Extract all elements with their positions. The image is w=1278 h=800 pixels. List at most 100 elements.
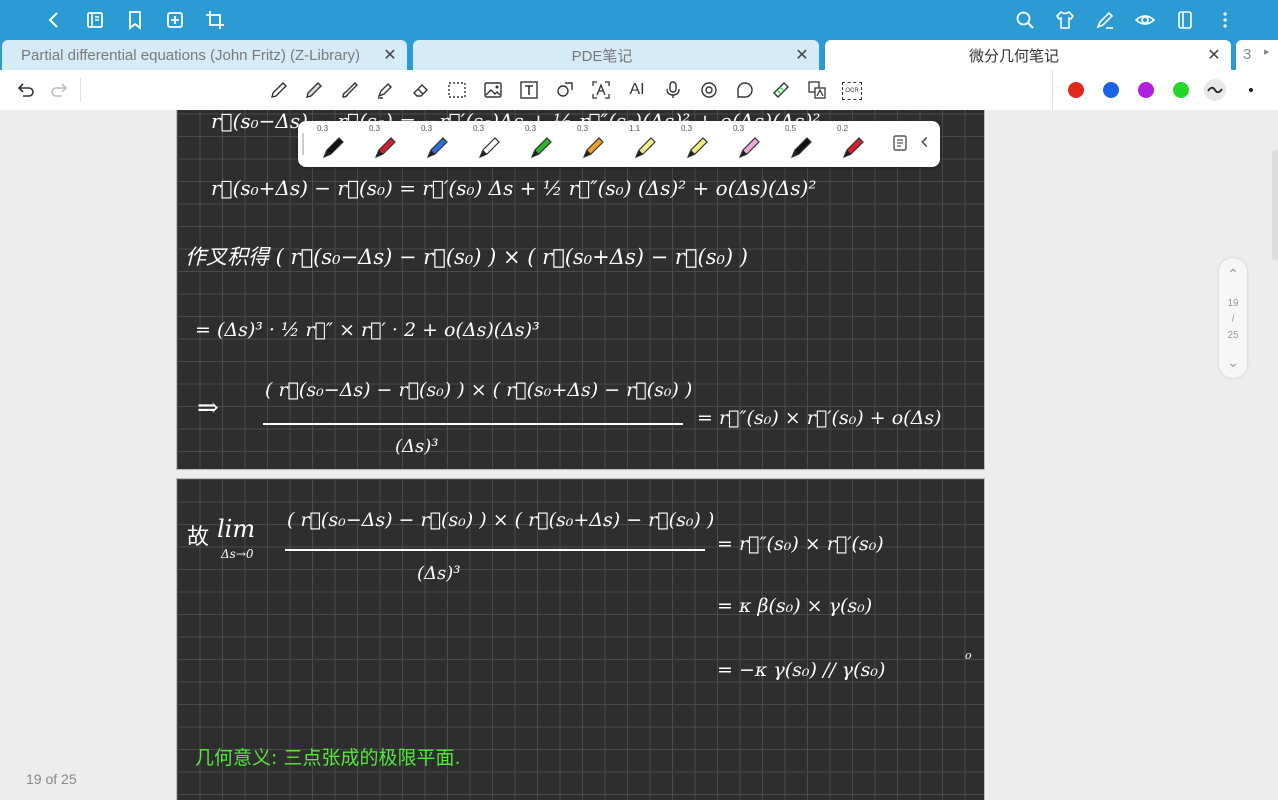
ocr-icon[interactable]: OCR [842,82,862,100]
redo-icon[interactable] [48,79,70,101]
pen-preset[interactable]: 0.3 [672,121,718,167]
tab-label: 微分几何笔记 [968,47,1059,65]
pen-size-label: 0.3 [525,124,537,133]
pen-icon [322,137,344,159]
bookmark-icon[interactable] [123,8,147,32]
tab-differential-geometry-notes[interactable]: 微分几何笔记 ✕ [825,40,1231,70]
color-green[interactable] [1173,82,1189,98]
page-indicator: 19 of 25 [26,771,77,787]
equation-line: = r⃗″(s₀) × r⃗′(s₀) [717,533,884,555]
pen-preset[interactable]: 0.3 [464,121,510,167]
note-page-2[interactable]: 故 lim Δs→0 ( r⃗(s₀−Δs) − r⃗(s₀) ) × ( r⃗… [176,478,985,800]
handwriting-line: 作叉积得 ( r⃗(s₀−Δs) − r⃗(s₀) ) × ( r⃗(s₀+Δs… [185,245,748,269]
translate-icon[interactable] [806,79,828,101]
tab-overflow[interactable]: 3 ▸ [1236,40,1278,70]
pen-size-label: 0.3 [733,124,745,133]
eye-icon[interactable] [1133,8,1157,32]
divider [80,78,81,102]
pen-preset[interactable]: 0.3 [308,121,354,167]
therefore-label: 故 [187,525,210,550]
ink-icon[interactable] [698,79,720,101]
pen-preset[interactable]: 0.3 [360,121,406,167]
tab-pde-notes[interactable]: PDE笔记 ✕ [413,40,819,70]
pen-icon [582,137,604,159]
eraser-icon[interactable] [410,79,432,101]
search-icon[interactable] [1013,8,1037,32]
geometric-meaning-note: 几何意义: 三点张成的极限平面. [195,747,461,769]
top-app-bar [0,0,1278,40]
color-red[interactable] [1068,82,1084,98]
handwriting-line: r⃗(s₀+Δs) − r⃗(s₀) = r⃗′(s₀) Δs + ½ r⃗″(… [211,176,817,200]
text-icon[interactable] [518,79,540,101]
mic-icon[interactable] [662,79,684,101]
pen-preset[interactable]: 0.5 [776,121,822,167]
equation-line: = κ β(s₀) × γ(s₀) [717,595,873,617]
image-icon[interactable] [482,79,504,101]
pen-settings-icon[interactable] [1093,8,1117,32]
more-icon[interactable] [1213,8,1237,32]
stroke-style-icon[interactable] [1204,79,1226,101]
equation-line: = −κ γ(s₀) // γ(s₀) [717,659,886,681]
divider [1052,70,1053,110]
pen-preset[interactable]: 0.3 [516,121,562,167]
chevron-up-icon[interactable]: ⌃ [1219,266,1247,283]
chevron-down-icon[interactable]: ⌄ [1219,354,1247,371]
undo-icon[interactable] [15,79,37,101]
highlighter-icon[interactable] [374,79,396,101]
fraction-numerator: ( r⃗(s₀−Δs) − r⃗(s₀) ) × ( r⃗(s₀+Δs) − r… [287,509,715,531]
pen-size-label: 0.5 [785,124,797,133]
drag-handle[interactable] [302,133,304,155]
color-blue[interactable] [1103,82,1119,98]
chevron-left-icon[interactable] [916,133,936,155]
ai-icon[interactable]: AI [626,79,648,101]
pen-size-label: 0.3 [577,124,589,133]
tool-bar: AI OCR [0,70,1278,111]
back-icon[interactable] [42,8,66,32]
pen-size-label: 1.1 [629,124,641,133]
pen-list-icon[interactable] [890,133,912,155]
fraction-denominator: (Δs)³ [417,563,461,584]
tape-icon[interactable] [770,79,792,101]
pen-icon [842,137,864,159]
pen-size-label: 0.3 [473,124,485,133]
pencil-icon[interactable] [303,79,325,101]
page-navigator: ⌃ 19 / 25 ⌄ [1219,258,1247,378]
lasso-icon[interactable] [446,79,468,101]
shirt-icon[interactable] [1053,8,1077,32]
book-icon[interactable] [83,8,107,32]
color-purple[interactable] [1138,82,1154,98]
pen-preset[interactable]: 0.2 [828,121,874,167]
stroke-width-dot[interactable] [1249,88,1253,92]
limit-symbol: lim [217,515,256,543]
pen-icon [478,137,500,159]
pen-preset[interactable]: 1.1 [620,121,666,167]
pen-preset[interactable]: 0.3 [568,121,614,167]
add-page-icon[interactable] [163,8,187,32]
fraction-numerator: ( r⃗(s₀−Δs) − r⃗(s₀) ) × ( r⃗(s₀+Δs) − r… [265,379,693,401]
note-canvas[interactable]: r⃗(s₀−Δs) − r⃗(s₀) = −r⃗′(s₀)Δs + ½ r⃗″(… [0,110,1278,800]
crop-icon[interactable] [203,8,227,32]
shape-icon[interactable] [554,79,576,101]
pen-icon [738,137,760,159]
scrollbar-handle[interactable] [1272,150,1278,260]
tab-label: Partial differential equations (John Fri… [20,46,361,64]
pen-preset[interactable]: 0.3 [724,121,770,167]
fraction-bar [285,549,705,551]
close-icon[interactable]: ✕ [791,44,813,66]
pages-icon[interactable] [1173,8,1197,32]
sticker-icon[interactable] [734,79,756,101]
tab-pde-book[interactable]: Partial differential equations (John Fri… [2,40,407,70]
pen-icon [634,137,656,159]
pen-icon[interactable] [268,79,290,101]
pen-preset[interactable]: 0.3 [412,121,458,167]
close-icon[interactable]: ✕ [379,44,401,66]
fraction-bar [263,423,683,425]
tab-bar: Partial differential equations (John Fri… [0,40,1278,70]
pen-icon [426,137,448,159]
superscript-mark: o [965,649,972,662]
implies-arrow: ⇒ [197,393,219,423]
close-icon[interactable]: ✕ [1203,44,1225,66]
brush-icon[interactable] [339,79,361,101]
limit-subscript: Δs→0 [221,547,254,561]
ocr-text-icon[interactable] [590,79,612,101]
